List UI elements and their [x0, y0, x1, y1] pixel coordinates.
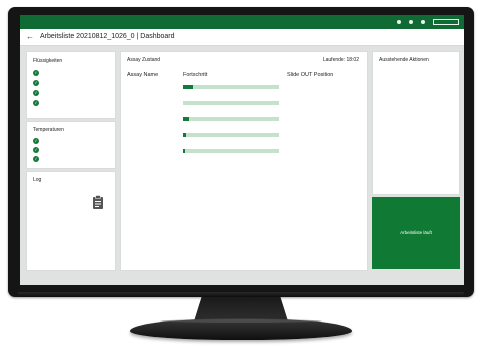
temperatures-card: Temperaturen ✓ ✓ ✓	[26, 121, 116, 169]
check-icon: ✓	[33, 80, 39, 86]
worklist-running-button[interactable]: Arbeitsliste läuft	[372, 197, 460, 269]
status-item-1	[397, 20, 403, 25]
log-card: Log	[26, 171, 116, 271]
liquid-item: ✓	[33, 80, 43, 86]
liquids-card: Flüssigkeiten ✓ ✓ ✓ ✓	[26, 51, 116, 119]
assay-row[interactable]	[121, 149, 281, 170]
check-icon: ✓	[33, 156, 39, 162]
page-title: Arbeitsliste 20210812_1026_0 | Dashboard	[40, 33, 175, 40]
temperature-item: ✓	[33, 138, 43, 144]
status-item-2	[409, 20, 415, 25]
status-dot-icon	[421, 20, 425, 25]
brand-logo	[433, 19, 459, 25]
status-item-3	[421, 20, 427, 25]
column-slide-out: Slide OUT Position	[287, 72, 334, 78]
progress-bar	[183, 149, 279, 153]
progress-bar-fill	[183, 85, 193, 89]
assay-status-card: Assay Zustand Laufende: 18:02 Assay Name…	[120, 51, 368, 271]
progress-bar-fill	[183, 133, 186, 137]
runtime-label: Laufende: 18:02	[322, 57, 359, 63]
pending-actions-title: Ausstehende Aktionen	[379, 57, 429, 63]
app-screen: ← Arbeitsliste 20210812_1026_0 | Dashboa…	[20, 15, 464, 285]
liquid-item: ✓	[33, 100, 43, 106]
status-dot-icon	[397, 20, 401, 25]
top-app-bar	[20, 15, 464, 29]
check-icon: ✓	[33, 100, 39, 106]
progress-bar-fill	[183, 117, 189, 121]
status-dot-icon	[409, 20, 413, 25]
progress-bar-fill	[183, 149, 185, 153]
clipboard-icon[interactable]	[92, 195, 104, 209]
progress-bar	[183, 117, 279, 121]
check-icon: ✓	[33, 90, 39, 96]
assay-title: Assay Zustand	[127, 57, 161, 63]
pending-actions-card: Ausstehende Aktionen	[372, 51, 460, 195]
status-area	[397, 19, 459, 25]
temperature-item: ✓	[33, 156, 43, 162]
column-assay-name: Assay Name	[127, 72, 159, 78]
monitor-frame: ← Arbeitsliste 20210812_1026_0 | Dashboa…	[8, 7, 474, 297]
back-arrow-icon[interactable]: ←	[26, 32, 34, 41]
liquids-title: Flüssigkeiten	[33, 58, 63, 64]
stand-highlight	[160, 319, 322, 323]
liquid-item: ✓	[33, 70, 43, 76]
check-icon: ✓	[33, 70, 39, 76]
monitor-bezel-edge	[18, 292, 464, 297]
page-header: ← Arbeitsliste 20210812_1026_0 | Dashboa…	[20, 29, 464, 46]
temperature-item: ✓	[33, 147, 43, 153]
temperatures-title: Temperaturen	[33, 127, 64, 133]
check-icon: ✓	[33, 138, 39, 144]
log-title: Log	[33, 177, 42, 183]
column-progress: Fortschritt	[183, 72, 208, 78]
check-icon: ✓	[33, 147, 39, 153]
progress-bar	[183, 133, 279, 137]
progress-bar	[183, 101, 279, 105]
progress-bar	[183, 85, 279, 89]
liquid-item: ✓	[33, 90, 43, 96]
